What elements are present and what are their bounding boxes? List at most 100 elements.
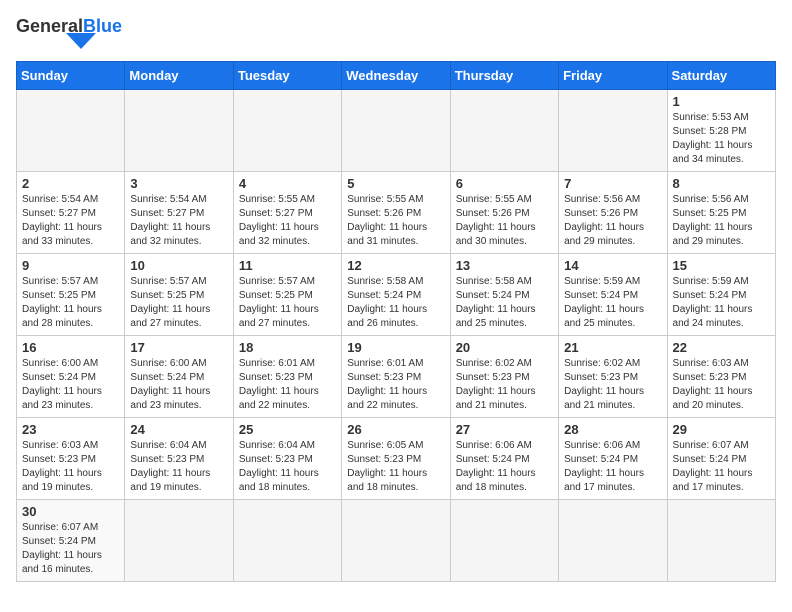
- day-number: 3: [130, 176, 227, 191]
- calendar-week-3: 16Sunrise: 6:00 AMSunset: 5:24 PMDayligh…: [17, 336, 776, 418]
- day-number: 12: [347, 258, 444, 273]
- calendar: SundayMondayTuesdayWednesdayThursdayFrid…: [16, 61, 776, 582]
- day-info: Sunrise: 6:06 AMSunset: 5:24 PMDaylight:…: [456, 439, 553, 495]
- header-friday: Friday: [559, 62, 667, 90]
- calendar-cell: [667, 500, 775, 582]
- day-info: Sunrise: 5:54 AMSunset: 5:27 PMDaylight:…: [22, 193, 119, 249]
- calendar-cell: [233, 500, 341, 582]
- day-number: 19: [347, 340, 444, 355]
- day-number: 17: [130, 340, 227, 355]
- header: General Blue: [16, 16, 776, 49]
- day-info: Sunrise: 6:06 AMSunset: 5:24 PMDaylight:…: [564, 439, 661, 495]
- day-info: Sunrise: 6:04 AMSunset: 5:23 PMDaylight:…: [239, 439, 336, 495]
- day-number: 26: [347, 422, 444, 437]
- day-info: Sunrise: 6:01 AMSunset: 5:23 PMDaylight:…: [347, 357, 444, 413]
- day-number: 1: [673, 94, 770, 109]
- calendar-week-1: 2 Sunrise: 5:54 AMSunset: 5:27 PMDaylight…: [17, 172, 776, 254]
- day-number: 24: [130, 422, 227, 437]
- day-info: Sunrise: 5:59 AMSunset: 5:24 PMDaylight:…: [564, 275, 661, 331]
- calendar-cell: 6 Sunrise: 5:55 AMSunset: 5:26 PMDaylight…: [450, 172, 558, 254]
- header-saturday: Saturday: [667, 62, 775, 90]
- calendar-cell: [233, 90, 341, 172]
- calendar-cell: 11 Sunrise: 5:57 AMSunset: 5:25 PMDayligh…: [233, 254, 341, 336]
- day-info: Sunrise: 5:58 AMSunset: 5:24 PMDaylight:…: [347, 275, 444, 331]
- calendar-cell: 18Sunrise: 6:01 AMSunset: 5:23 PMDayligh…: [233, 336, 341, 418]
- calendar-cell: 25Sunrise: 6:04 AMSunset: 5:23 PMDayligh…: [233, 418, 341, 500]
- day-info: Sunrise: 6:07 AMSunset: 5:24 PMDaylight:…: [673, 439, 770, 495]
- day-number: 23: [22, 422, 119, 437]
- calendar-cell: 5Sunrise: 5:55 AMSunset: 5:26 PMDaylight…: [342, 172, 450, 254]
- day-number: 9: [22, 258, 119, 273]
- day-number: 18: [239, 340, 336, 355]
- calendar-cell: [559, 90, 667, 172]
- header-thursday: Thursday: [450, 62, 558, 90]
- day-number: 7: [564, 176, 661, 191]
- calendar-cell: 2 Sunrise: 5:54 AMSunset: 5:27 PMDaylight…: [17, 172, 125, 254]
- day-info: Sunrise: 5:57 AMSunset: 5:25 PMDaylight:…: [239, 275, 336, 331]
- day-info: Sunrise: 6:03 AMSunset: 5:23 PMDaylight:…: [22, 439, 119, 495]
- calendar-cell: 7 Sunrise: 5:56 AMSunset: 5:26 PMDaylight…: [559, 172, 667, 254]
- logo: General Blue: [16, 16, 122, 49]
- calendar-cell: 15Sunrise: 5:59 AMSunset: 5:24 PMDayligh…: [667, 254, 775, 336]
- day-info: Sunrise: 5:54 AMSunset: 5:27 PMDaylight:…: [130, 193, 227, 249]
- calendar-header-row: SundayMondayTuesdayWednesdayThursdayFrid…: [17, 62, 776, 90]
- day-number: 28: [564, 422, 661, 437]
- logo-triangle-icon: [66, 33, 96, 49]
- calendar-cell: [559, 500, 667, 582]
- calendar-cell: 16Sunrise: 6:00 AMSunset: 5:24 PMDayligh…: [17, 336, 125, 418]
- day-info: Sunrise: 6:04 AMSunset: 5:23 PMDaylight:…: [130, 439, 227, 495]
- day-number: 20: [456, 340, 553, 355]
- calendar-week-0: 1 Sunrise: 5:53 AMSunset: 5:28 PMDaylight…: [17, 90, 776, 172]
- calendar-cell: 23 Sunrise: 6:03 AMSunset: 5:23 PMDayligh…: [17, 418, 125, 500]
- calendar-cell: [342, 90, 450, 172]
- day-info: Sunrise: 6:05 AMSunset: 5:23 PMDaylight:…: [347, 439, 444, 495]
- header-wednesday: Wednesday: [342, 62, 450, 90]
- calendar-cell: 20 Sunrise: 6:02 AMSunset: 5:23 PMDayligh…: [450, 336, 558, 418]
- day-number: 6: [456, 176, 553, 191]
- calendar-cell: 13 Sunrise: 5:58 AMSunset: 5:24 PMDayligh…: [450, 254, 558, 336]
- day-info: Sunrise: 6:02 AMSunset: 5:23 PMDaylight:…: [564, 357, 661, 413]
- day-number: 4: [239, 176, 336, 191]
- day-number: 29: [673, 422, 770, 437]
- day-info: Sunrise: 5:55 AMSunset: 5:26 PMDaylight:…: [456, 193, 553, 249]
- day-number: 13: [456, 258, 553, 273]
- day-number: 14: [564, 258, 661, 273]
- calendar-cell: 24 Sunrise: 6:04 AMSunset: 5:23 PMDayligh…: [125, 418, 233, 500]
- day-number: 11: [239, 258, 336, 273]
- calendar-cell: 19 Sunrise: 6:01 AMSunset: 5:23 PMDayligh…: [342, 336, 450, 418]
- calendar-cell: 10Sunrise: 5:57 AMSunset: 5:25 PMDayligh…: [125, 254, 233, 336]
- calendar-cell: [17, 90, 125, 172]
- day-number: 2: [22, 176, 119, 191]
- day-info: Sunrise: 6:00 AMSunset: 5:24 PMDaylight:…: [130, 357, 227, 413]
- day-info: Sunrise: 6:07 AMSunset: 5:24 PMDaylight:…: [22, 521, 119, 577]
- calendar-cell: 28 Sunrise: 6:06 AMSunset: 5:24 PMDayligh…: [559, 418, 667, 500]
- calendar-cell: 14 Sunrise: 5:59 AMSunset: 5:24 PMDayligh…: [559, 254, 667, 336]
- day-number: 21: [564, 340, 661, 355]
- calendar-cell: [125, 90, 233, 172]
- day-info: Sunrise: 6:02 AMSunset: 5:23 PMDaylight:…: [456, 357, 553, 413]
- calendar-cell: 4 Sunrise: 5:55 AMSunset: 5:27 PMDaylight…: [233, 172, 341, 254]
- day-number: 15: [673, 258, 770, 273]
- day-info: Sunrise: 5:56 AMSunset: 5:26 PMDaylight:…: [564, 193, 661, 249]
- calendar-cell: 3 Sunrise: 5:54 AMSunset: 5:27 PMDaylight…: [125, 172, 233, 254]
- calendar-cell: 1 Sunrise: 5:53 AMSunset: 5:28 PMDaylight…: [667, 90, 775, 172]
- day-info: Sunrise: 5:53 AMSunset: 5:28 PMDaylight:…: [673, 111, 770, 167]
- calendar-cell: [342, 500, 450, 582]
- calendar-cell: 30 Sunrise: 6:07 AMSunset: 5:24 PMDayligh…: [17, 500, 125, 582]
- calendar-cell: [450, 90, 558, 172]
- day-number: 5: [347, 176, 444, 191]
- calendar-cell: 26 Sunrise: 6:05 AMSunset: 5:23 PMDayligh…: [342, 418, 450, 500]
- calendar-cell: 17 Sunrise: 6:00 AMSunset: 5:24 PMDayligh…: [125, 336, 233, 418]
- calendar-cell: [450, 500, 558, 582]
- calendar-cell: 12 Sunrise: 5:58 AMSunset: 5:24 PMDayligh…: [342, 254, 450, 336]
- day-number: 27: [456, 422, 553, 437]
- day-info: Sunrise: 5:58 AMSunset: 5:24 PMDaylight:…: [456, 275, 553, 331]
- header-sunday: Sunday: [17, 62, 125, 90]
- day-info: Sunrise: 5:56 AMSunset: 5:25 PMDaylight:…: [673, 193, 770, 249]
- day-info: Sunrise: 5:55 AMSunset: 5:27 PMDaylight:…: [239, 193, 336, 249]
- day-number: 30: [22, 504, 119, 519]
- day-number: 8: [673, 176, 770, 191]
- calendar-cell: 22Sunrise: 6:03 AMSunset: 5:23 PMDayligh…: [667, 336, 775, 418]
- day-info: Sunrise: 6:03 AMSunset: 5:23 PMDaylight:…: [673, 357, 770, 413]
- day-info: Sunrise: 5:57 AMSunset: 5:25 PMDaylight:…: [22, 275, 119, 331]
